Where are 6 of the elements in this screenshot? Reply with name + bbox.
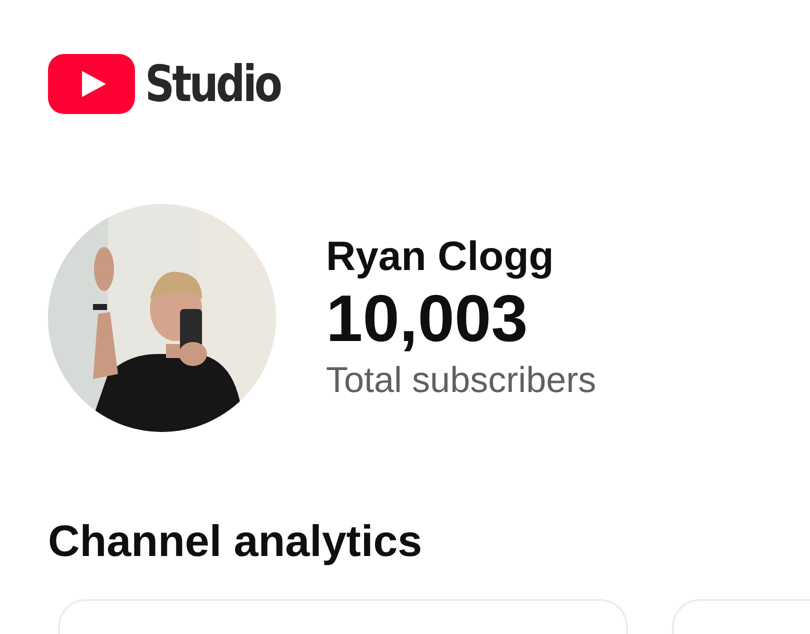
play-logo-icon — [48, 54, 135, 114]
section-title: Channel analytics — [47, 516, 424, 568]
subscriber-count: 10,003 — [326, 281, 529, 358]
subscriber-label: Total subscribers — [326, 358, 596, 402]
logo-text: Studio — [145, 59, 280, 109]
channel-name: Ryan Clogg — [326, 232, 555, 282]
